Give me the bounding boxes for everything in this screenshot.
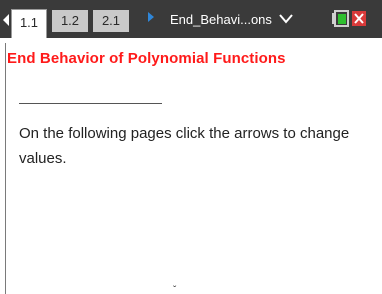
cursor-marker-icon: ˇ [173,285,177,294]
next-page-icon[interactable] [148,12,154,22]
document-title[interactable]: End_Behavi...ons [170,12,272,27]
tab-1-1[interactable]: 1.1 [11,9,47,38]
page-left-border [5,43,6,294]
tab-1-2[interactable]: 1.2 [52,10,88,32]
prev-page-icon[interactable] [3,14,9,26]
page-title: End Behavior of Polynomial Functions [7,50,286,67]
tab-bar: 1.1 1.2 2.1 End_Behavi...ons [0,0,382,38]
battery-icon [332,10,366,27]
chevron-down-icon[interactable] [279,13,293,25]
divider-line [19,103,162,104]
tab-2-1[interactable]: 2.1 [93,10,129,32]
screen: 1.1 1.2 2.1 End_Behavi...ons End Behavio… [0,0,382,294]
instructions-text: On the following pages click the arrows … [19,125,350,167]
